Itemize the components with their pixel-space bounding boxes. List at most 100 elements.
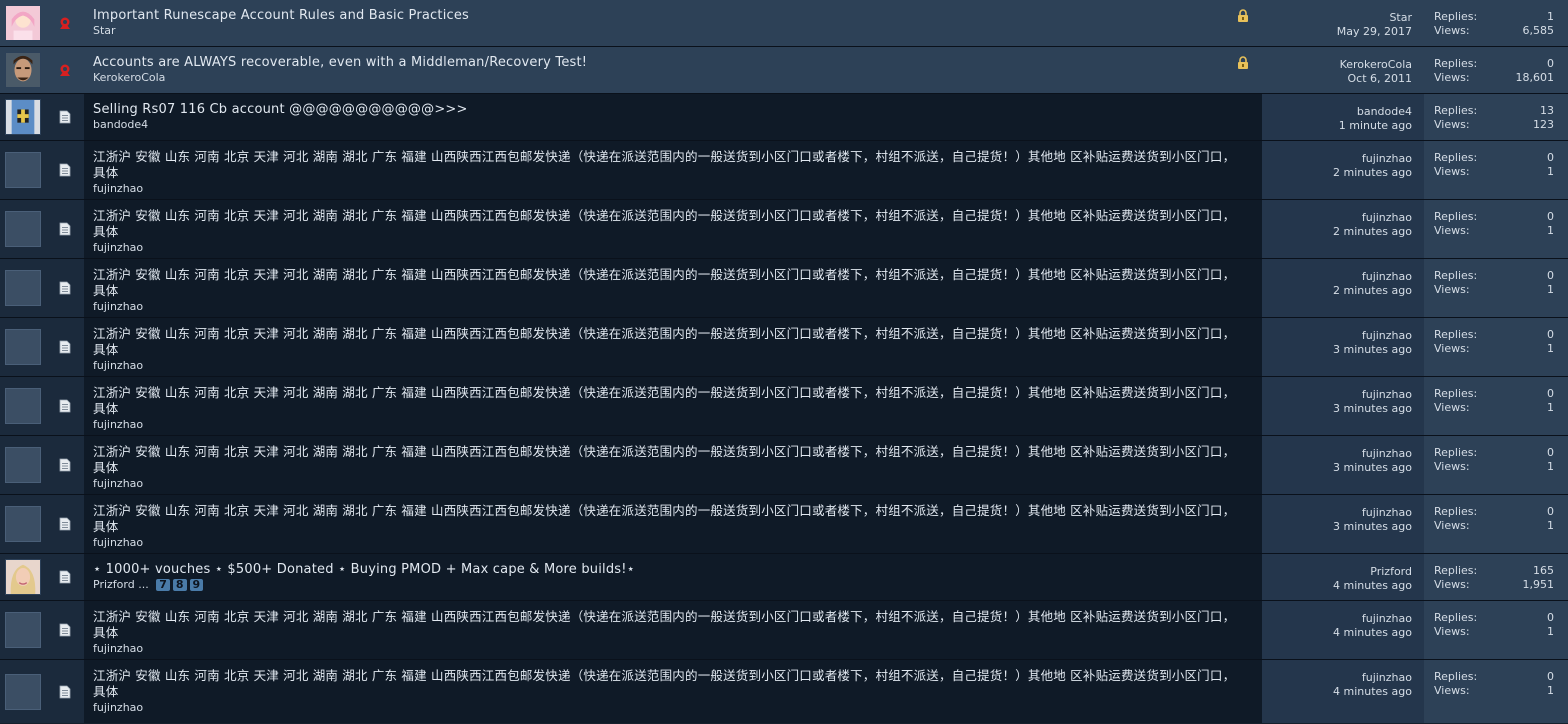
last-post-time[interactable]: 4 minutes ago <box>1262 625 1412 640</box>
views-count: 1 <box>1547 684 1554 697</box>
thread-author[interactable]: fujinzhao <box>93 241 1253 254</box>
views-label: Views: <box>1434 24 1470 37</box>
thread-title[interactable]: 江浙沪 安徽 山东 河南 北京 天津 河北 湖南 湖北 广东 福建 山西陕西江西… <box>93 326 1243 358</box>
thread-title[interactable]: Accounts are ALWAYS recoverable, even wi… <box>93 55 1253 70</box>
views-count: 6,585 <box>1522 24 1555 37</box>
default-avatar[interactable] <box>5 152 41 188</box>
replies-label: Replies: <box>1434 611 1478 624</box>
default-avatar[interactable] <box>5 612 41 648</box>
thread-row: 江浙沪 安徽 山东 河南 北京 天津 河北 湖南 湖北 广东 福建 山西陕西江西… <box>0 660 1568 723</box>
views-count: 1 <box>1547 283 1554 296</box>
thread-row: 江浙沪 安徽 山东 河南 北京 天津 河北 湖南 湖北 广东 福建 山西陕西江西… <box>0 377 1568 436</box>
thread-author[interactable]: fujinzhao <box>93 536 1253 549</box>
views-count: 1 <box>1547 460 1554 473</box>
thread-title[interactable]: ⋆ 1000+ vouches ⋆ $500+ Donated ⋆ Buying… <box>93 562 1253 577</box>
last-post-user[interactable]: fujinzhao <box>1262 388 1412 401</box>
knight-avatar[interactable] <box>5 99 41 135</box>
replies-label: Replies: <box>1434 151 1478 164</box>
last-post-time[interactable]: 3 minutes ago <box>1262 460 1412 475</box>
views-label: Views: <box>1434 684 1470 697</box>
default-avatar[interactable] <box>5 270 41 306</box>
page-link-7[interactable]: 7 <box>156 579 170 591</box>
thread-author[interactable]: fujinzhao <box>93 300 1253 313</box>
replies-count: 0 <box>1547 328 1554 341</box>
last-post-time[interactable]: 2 minutes ago <box>1262 224 1412 239</box>
last-post-user[interactable]: fujinzhao <box>1262 612 1412 625</box>
replies-count: 13 <box>1540 104 1554 117</box>
last-post-time[interactable]: 2 minutes ago <box>1262 283 1412 298</box>
anime-girl-avatar[interactable] <box>5 5 41 41</box>
replies-count: 165 <box>1533 564 1554 577</box>
thread-author[interactable]: fujinzhao <box>93 359 1253 372</box>
views-count: 1 <box>1547 625 1554 638</box>
views-label: Views: <box>1434 71 1470 84</box>
thread-title[interactable]: 江浙沪 安徽 山东 河南 北京 天津 河北 湖南 湖北 广东 福建 山西陕西江西… <box>93 267 1243 299</box>
last-post-user[interactable]: fujinzhao <box>1262 447 1412 460</box>
last-post-user[interactable]: fujinzhao <box>1262 506 1412 519</box>
page-link-9[interactable]: 9 <box>189 579 204 591</box>
replies-label: Replies: <box>1434 505 1478 518</box>
last-post-time[interactable]: Oct 6, 2011 <box>1262 71 1412 86</box>
replies-count: 0 <box>1547 611 1554 624</box>
thread-title[interactable]: Important Runescape Account Rules and Ba… <box>93 8 1253 23</box>
views-count: 1 <box>1547 401 1554 414</box>
document-icon <box>59 281 71 295</box>
last-post-time[interactable]: 4 minutes ago <box>1262 578 1412 593</box>
document-icon <box>59 222 71 236</box>
last-post-time[interactable]: 4 minutes ago <box>1262 684 1412 699</box>
thread-title[interactable]: 江浙沪 安徽 山东 河南 北京 天津 河北 湖南 湖北 广东 福建 山西陕西江西… <box>93 385 1243 417</box>
thread-author[interactable]: fujinzhao <box>93 418 1253 431</box>
last-post-user[interactable]: fujinzhao <box>1262 211 1412 224</box>
thread-title[interactable]: Selling Rs07 116 Cb account @@@@@@@@@@@>… <box>93 102 1253 117</box>
thread-author[interactable]: Star <box>93 24 1253 37</box>
default-avatar[interactable] <box>5 673 41 710</box>
replies-count: 0 <box>1547 387 1554 400</box>
last-post-user[interactable]: KerokeroCola <box>1262 58 1412 71</box>
thread-title[interactable]: 江浙沪 安徽 山东 河南 北京 天津 河北 湖南 湖北 广东 福建 山西陕西江西… <box>93 444 1243 476</box>
thread-title[interactable]: 江浙沪 安徽 山东 河南 北京 天津 河北 湖南 湖北 广东 福建 山西陕西江西… <box>93 503 1243 535</box>
thread-title[interactable]: 江浙沪 安徽 山东 河南 北京 天津 河北 湖南 湖北 广东 福建 山西陕西江西… <box>93 208 1243 240</box>
last-post-time[interactable]: 2 minutes ago <box>1262 165 1412 180</box>
blonde-avatar[interactable] <box>5 559 41 595</box>
last-post-time[interactable]: 3 minutes ago <box>1262 401 1412 416</box>
last-post-user[interactable]: Prizford <box>1262 565 1412 578</box>
thread-author[interactable]: fujinzhao <box>93 182 1253 195</box>
page-link-8[interactable]: 8 <box>172 579 187 591</box>
thread-author[interactable]: fujinzhao <box>93 477 1253 490</box>
replies-label: Replies: <box>1434 670 1478 683</box>
thread-author[interactable]: fujinzhao <box>93 701 1253 714</box>
last-post-user[interactable]: bandode4 <box>1262 105 1412 118</box>
default-avatar[interactable] <box>5 211 41 247</box>
lock-icon <box>1238 56 1248 69</box>
thread-title[interactable]: 江浙沪 安徽 山东 河南 北京 天津 河北 湖南 湖北 广东 福建 山西陕西江西… <box>93 668 1243 700</box>
document-icon <box>59 163 71 177</box>
thread-row: 江浙沪 安徽 山东 河南 北京 天津 河北 湖南 湖北 广东 福建 山西陕西江西… <box>0 601 1568 660</box>
replies-label: Replies: <box>1434 328 1478 341</box>
thread-author[interactable]: Prizford <box>93 578 135 591</box>
last-post-user[interactable]: Star <box>1262 11 1412 24</box>
last-post-time[interactable]: May 29, 2017 <box>1262 24 1412 39</box>
thread-title[interactable]: 江浙沪 安徽 山东 河南 北京 天津 河北 湖南 湖北 广东 福建 山西陕西江西… <box>93 609 1243 641</box>
last-post-time[interactable]: 3 minutes ago <box>1262 342 1412 357</box>
thread-row: 江浙沪 安徽 山东 河南 北京 天津 河北 湖南 湖北 广东 福建 山西陕西江西… <box>0 318 1568 377</box>
thread-author[interactable]: fujinzhao <box>93 642 1253 655</box>
thread-title[interactable]: 江浙沪 安徽 山东 河南 北京 天津 河北 湖南 湖北 广东 福建 山西陕西江西… <box>93 149 1243 181</box>
document-icon <box>59 623 71 637</box>
man-face-avatar[interactable] <box>5 52 41 88</box>
last-post-user[interactable]: fujinzhao <box>1262 671 1412 684</box>
last-post-user[interactable]: fujinzhao <box>1262 270 1412 283</box>
default-avatar[interactable] <box>5 447 41 483</box>
thread-author[interactable]: bandode4 <box>93 118 1253 131</box>
views-count: 18,601 <box>1515 71 1555 84</box>
default-avatar[interactable] <box>5 329 41 365</box>
default-avatar[interactable] <box>5 388 41 424</box>
last-post-time[interactable]: 1 minute ago <box>1262 118 1412 133</box>
page-links: 7 8 9 <box>156 579 204 591</box>
replies-label: Replies: <box>1434 564 1478 577</box>
thread-author[interactable]: KerokeroCola <box>93 71 1253 84</box>
last-post-time[interactable]: 3 minutes ago <box>1262 519 1412 534</box>
last-post-user[interactable]: fujinzhao <box>1262 152 1412 165</box>
last-post-user[interactable]: fujinzhao <box>1262 329 1412 342</box>
default-avatar[interactable] <box>5 506 41 542</box>
pin-icon <box>60 17 70 29</box>
